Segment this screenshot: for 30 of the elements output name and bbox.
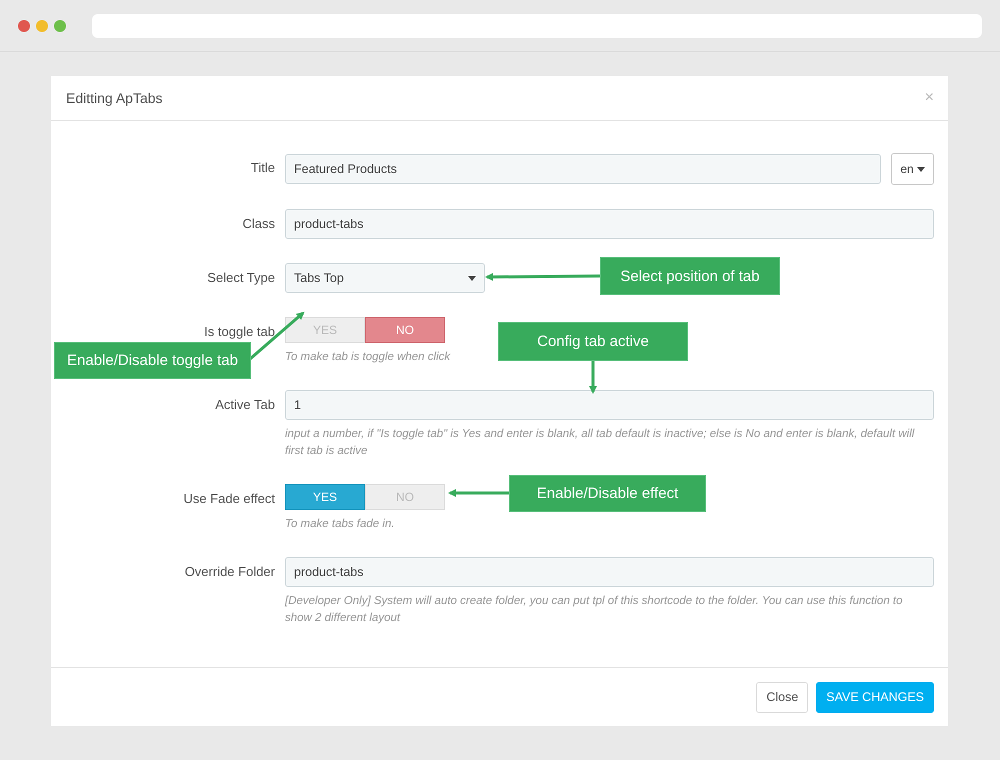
annotation-callout: Enable/Disable toggle tab xyxy=(54,342,251,379)
caret-icon xyxy=(468,276,476,280)
caret-icon xyxy=(916,166,925,172)
window-maximize-dot[interactable] xyxy=(54,20,66,32)
field-label: Select Type xyxy=(206,269,275,287)
text-field[interactable]: product-tabs xyxy=(285,209,934,239)
text-field[interactable]: product-tabs xyxy=(285,557,934,587)
text-field[interactable]: 1 xyxy=(285,390,934,420)
field-label: Class xyxy=(241,215,275,233)
annotation-arrow xyxy=(448,489,509,497)
field-label: Is toggle tab xyxy=(203,323,275,341)
window-close-dot[interactable] xyxy=(18,20,30,32)
help-text: input a number, if "Is toggle tab" is Yes and enter is blank, all tab default is inactive; else is No and enter is blank, default will first tab is active xyxy=(285,427,915,459)
modal-title: Editting ApTabs xyxy=(66,90,163,106)
help-text: [Developer Only] System will auto create folder, you can put tpl of this shortcode to the folder. You can use this function to show 2 different layout xyxy=(285,594,904,626)
field-label: Override Folder xyxy=(184,563,275,581)
language-dropdown[interactable]: en xyxy=(891,153,934,185)
window-minimize-dot[interactable] xyxy=(36,20,48,32)
annotation-callout: Config tab active xyxy=(498,322,688,361)
help-text: To make tab is toggle when click xyxy=(285,350,450,365)
annotation-callout: Select position of tab xyxy=(600,257,780,295)
text-field[interactable]: Featured Products xyxy=(285,154,881,184)
field-label: Title xyxy=(250,159,275,177)
close-button[interactable]: Close xyxy=(756,682,808,712)
field-label: Use Fade effect xyxy=(182,490,275,508)
select-dropdown[interactable]: Tabs Top xyxy=(285,263,485,293)
field-label: Active Tab xyxy=(214,396,275,414)
help-text: To make tabs fade in. xyxy=(285,517,395,532)
annotation-arrow xyxy=(589,361,597,394)
annotation-callout: Enable/Disable effect xyxy=(509,475,706,512)
